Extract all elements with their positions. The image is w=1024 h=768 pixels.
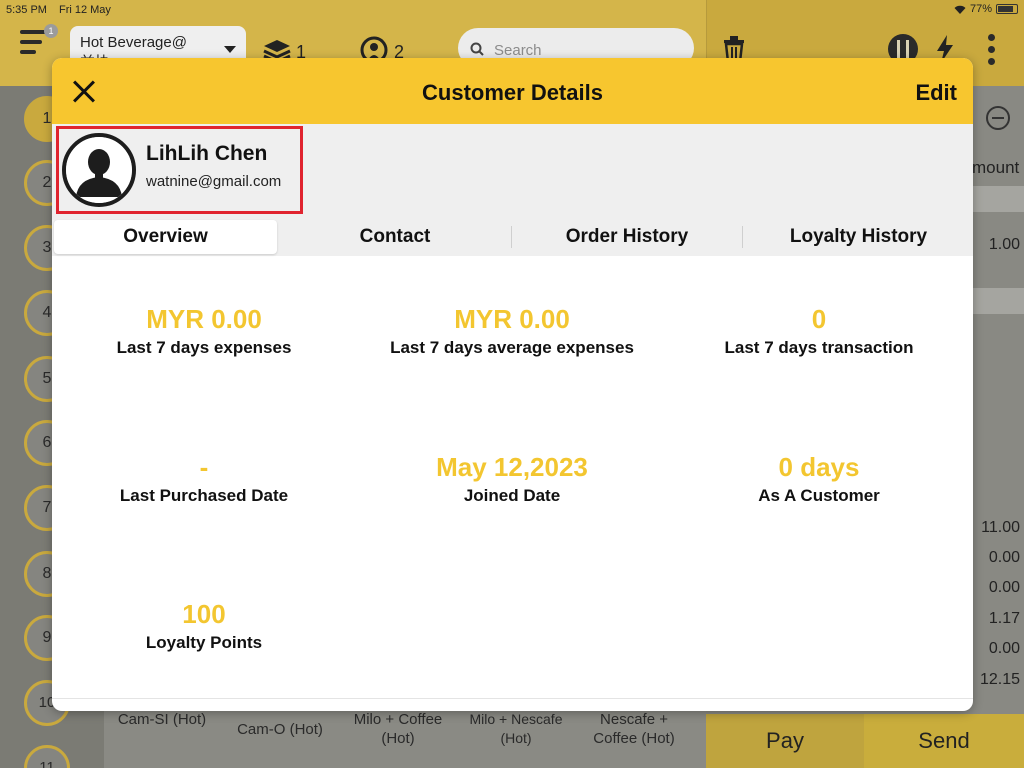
edit-button[interactable]: Edit: [915, 80, 957, 106]
product-item[interactable]: Milo + Coffee (Hot): [340, 710, 456, 748]
battery-percent: 77%: [969, 3, 992, 15]
stat-last-purchased-date: - Last Purchased Date: [54, 452, 354, 506]
tab-divider: [742, 226, 743, 248]
search-icon: [470, 42, 484, 56]
stat-value: 0: [811, 304, 827, 334]
battery-level: [998, 6, 1014, 12]
tab-loyalty-history[interactable]: Loyalty History: [744, 220, 973, 254]
rounding-value: 0.00: [988, 640, 1020, 657]
tab-order-history[interactable]: Order History: [512, 220, 742, 254]
product-item[interactable]: Cam-SI (Hot): [104, 710, 220, 729]
stat-joined-date: May 12,2023 Joined Date: [362, 452, 662, 506]
battery-icon: [996, 4, 1018, 14]
stat-value: May 12,2023: [436, 452, 588, 482]
stat-label: Last 7 days transaction: [724, 338, 914, 357]
pay-button[interactable]: Pay: [706, 714, 864, 768]
tab-contact[interactable]: Contact: [280, 220, 510, 254]
subtotal-value: 11.00: [981, 519, 1020, 536]
service-charge-value: 0.00: [988, 579, 1020, 596]
more-options-icon[interactable]: [988, 34, 996, 70]
modal-header: Customer Details Edit: [52, 58, 973, 124]
product-item[interactable]: Milo + Nescafe (Hot): [458, 710, 574, 748]
cart-amount: 1.00: [988, 236, 1020, 253]
stat-last-7-days-transaction: 0 Last 7 days transaction: [669, 304, 969, 358]
customer-name: LihLih Chen: [146, 142, 268, 165]
search-placeholder: Search: [494, 42, 542, 59]
product-strip: Cam-SI (Hot) Cam-O (Hot) Milo + Coffee (…: [104, 710, 706, 768]
stat-last-7-days-average-expenses: MYR 0.00 Last 7 days average expenses: [362, 304, 662, 358]
stat-label: As A Customer: [758, 486, 880, 505]
stat-value: 100: [182, 599, 226, 629]
product-item[interactable]: Nescafe + Coffee (Hot): [576, 710, 692, 748]
product-item[interactable]: Cam-O (Hot): [222, 720, 338, 739]
total-value: 12.15: [979, 671, 1020, 688]
tab-overview[interactable]: Overview: [54, 220, 277, 254]
wifi-icon: [954, 5, 966, 14]
status-time: 5:35 PM: [6, 4, 47, 16]
avatar: [62, 133, 136, 207]
minus-circle-icon[interactable]: [986, 106, 1010, 130]
status-bar: 5:35 PM Fri 12 May 77%: [0, 0, 1024, 20]
status-date: Fri 12 May: [58, 4, 111, 16]
stat-label: Last 7 days expenses: [116, 338, 292, 357]
stat-value: MYR 0.00: [146, 304, 262, 334]
stat-value: 0 days: [778, 452, 860, 482]
cart-row-band: [972, 288, 1024, 314]
stat-value: -: [199, 452, 209, 482]
outlet-name: Hot Beverage@: [80, 34, 187, 51]
amount-column-header: mount: [972, 158, 1020, 177]
tax-value: 1.17: [988, 610, 1020, 627]
detail-tabs: Overview Contact Order History Loyalty H…: [52, 218, 973, 256]
stat-label: Last 7 days average expenses: [390, 338, 634, 357]
stat-label: Loyalty Points: [145, 633, 263, 652]
customer-email: watnine@gmail.com: [146, 173, 282, 190]
chevron-down-icon: [224, 46, 236, 53]
send-button[interactable]: Send: [864, 714, 1024, 768]
stat-label: Last Purchased Date: [119, 486, 289, 505]
menu-notification-badge: 1: [44, 24, 58, 38]
modal-title: Customer Details: [422, 80, 603, 105]
discount-value: 0.00: [988, 549, 1020, 566]
stat-value: MYR 0.00: [454, 304, 570, 334]
customer-details-modal: Customer Details Edit LihLih Chen watnin…: [52, 58, 973, 711]
stat-loyalty-points: 100 Loyalty Points: [54, 599, 354, 653]
cart-row-band: [972, 186, 1024, 212]
person-silhouette-icon: [66, 137, 132, 203]
stat-label: Joined Date: [463, 486, 561, 505]
stat-last-7-days-expenses: MYR 0.00 Last 7 days expenses: [54, 304, 354, 358]
stat-as-a-customer: 0 days As A Customer: [669, 452, 969, 506]
modal-divider: [52, 698, 973, 699]
